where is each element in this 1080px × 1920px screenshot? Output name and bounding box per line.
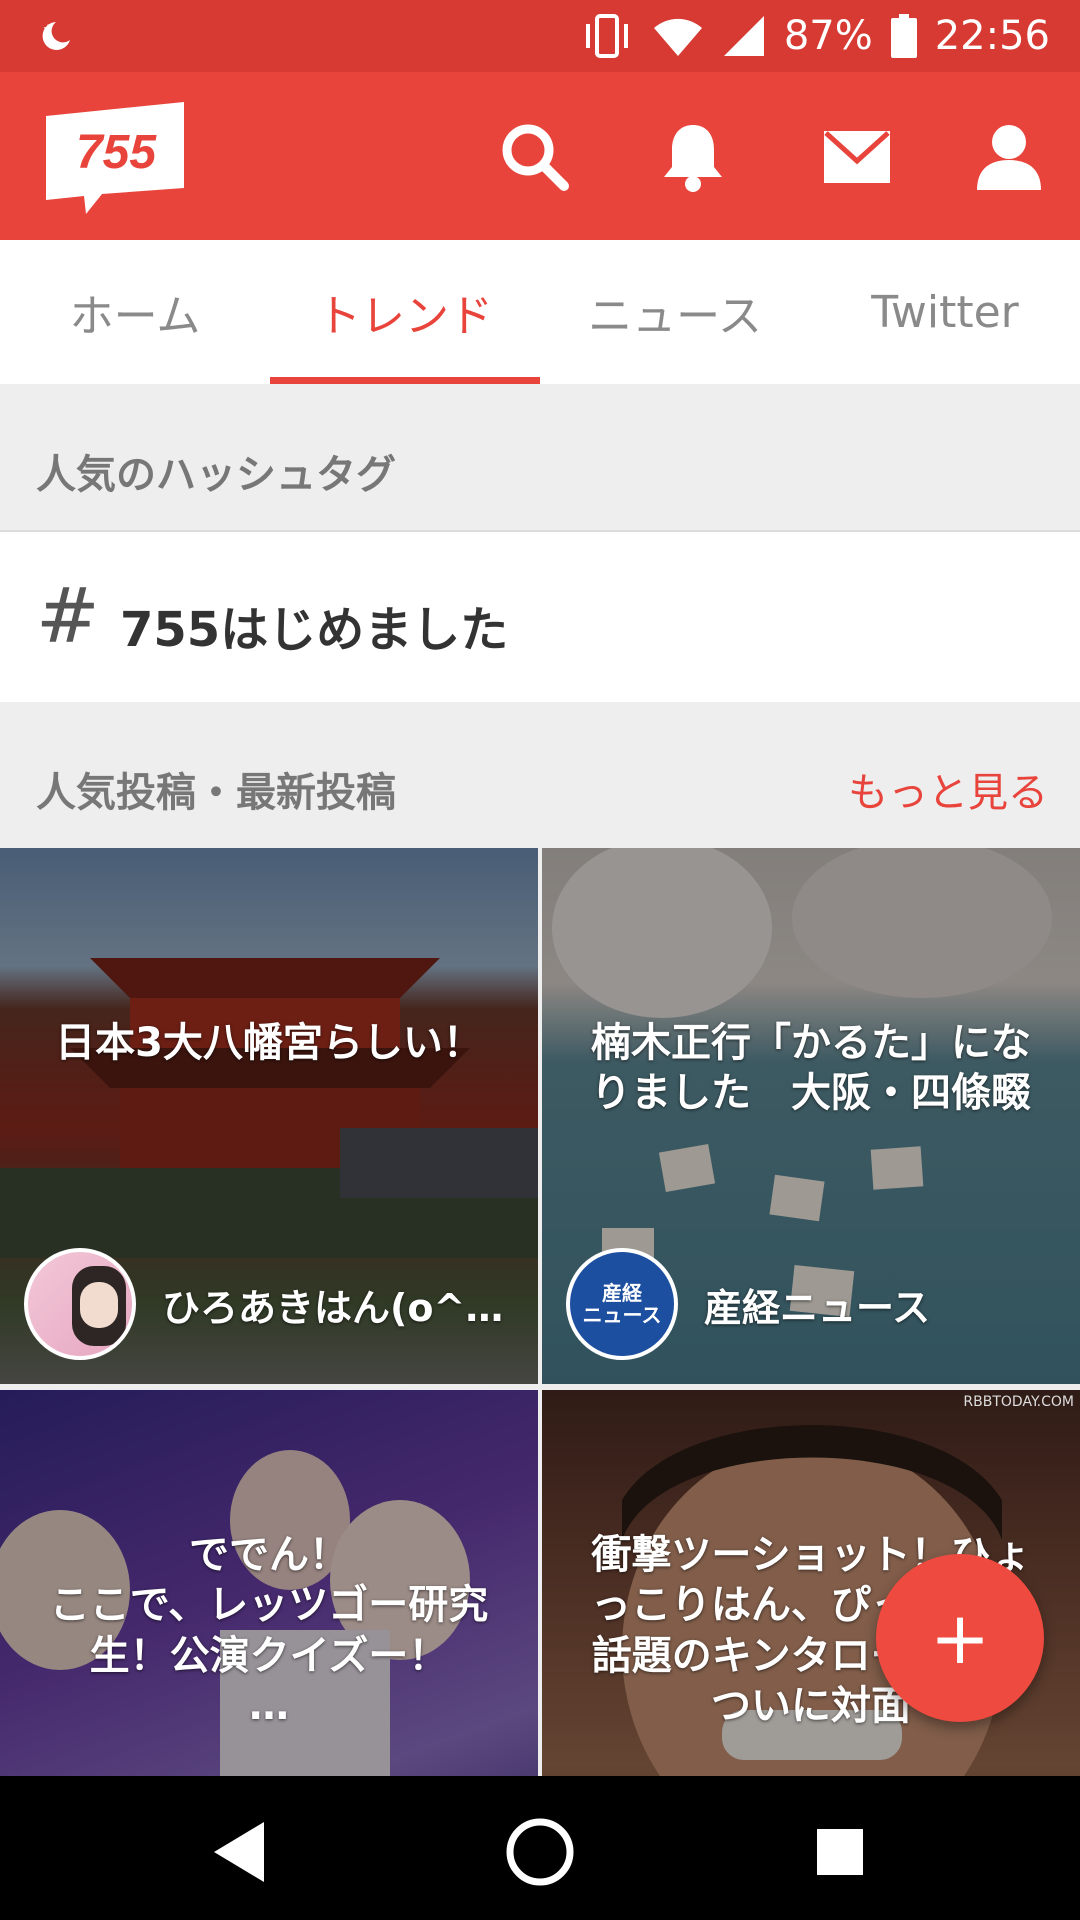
hashtag-label: 755はじめました [120, 602, 509, 658]
author-name: ひろあきはん(o^… [162, 1285, 504, 1330]
hashtag-icon: # [36, 571, 100, 660]
signal-icon [723, 16, 764, 56]
post-card[interactable]: 日本3大八幡宮らしい！ ひろあきはん(o^… [0, 848, 538, 1384]
post-card[interactable]: ででん！ ここで、レッツゴー研究生！公演クイズー！ … [0, 1390, 538, 1778]
mail-icon [824, 131, 890, 183]
home-button[interactable] [500, 1812, 580, 1892]
back-button[interactable] [200, 1812, 280, 1892]
wifi-icon [653, 18, 702, 56]
back-icon [214, 1822, 264, 1882]
app-logo[interactable]: 755 [46, 102, 186, 214]
notifications-button[interactable] [650, 114, 736, 200]
avatar: 産経 ニュース [566, 1248, 678, 1360]
user-icon [977, 125, 1041, 190]
hashtag-section-header: 人気のハッシュタグ [0, 384, 1080, 530]
logo-text: 755 [76, 126, 157, 179]
clock: 22:56 [934, 13, 1050, 59]
post-author[interactable]: 産経 ニュース 産経ニュース [566, 1248, 930, 1360]
messages-button[interactable] [814, 114, 900, 200]
tab-twitter[interactable]: Twitter [810, 240, 1080, 384]
avatar-label: 産経 ニュース [582, 1281, 662, 1327]
tab-trend[interactable]: トレンド [270, 240, 540, 384]
vibrate-icon [585, 14, 628, 58]
post-caption: 日本3大八幡宮らしい！ [55, 1020, 483, 1066]
avatar [24, 1248, 136, 1360]
new-post-button[interactable]: + [876, 1554, 1044, 1722]
image-watermark: RBBTODAY.COM [963, 1394, 1074, 1410]
tab-bar: ホーム トレンド ニュース Twitter [0, 240, 1080, 384]
posts-section-title: 人気投稿・最新投稿 [36, 770, 396, 816]
tab-home[interactable]: ホーム [0, 240, 270, 384]
recents-button[interactable] [800, 1812, 880, 1892]
profile-button[interactable] [966, 114, 1052, 200]
hashtag-item[interactable]: # 755はじめました [0, 530, 1080, 702]
search-button[interactable] [492, 114, 578, 200]
recents-icon [817, 1829, 863, 1875]
posts-section-header: 人気投稿・最新投稿 もっと見る [0, 702, 1080, 848]
see-more-link[interactable]: もっと見る [848, 760, 1048, 818]
tab-news[interactable]: ニュース [540, 240, 810, 384]
hashtag-section-title: 人気のハッシュタグ [36, 452, 396, 498]
moon-icon [42, 22, 70, 50]
bell-icon [664, 125, 722, 192]
status-bar: 87% 22:56 [0, 0, 1080, 72]
post-card[interactable]: 楠木正行「かるた」になりました 大阪・四條畷 産経 ニュース 産経ニュース [542, 848, 1080, 1384]
home-icon [506, 1818, 574, 1886]
system-nav-bar [0, 1776, 1080, 1920]
app-bar: 755 [0, 72, 1080, 240]
battery-percent: 87% [783, 13, 873, 59]
post-author[interactable]: ひろあきはん(o^… [24, 1248, 503, 1360]
search-icon [502, 124, 569, 191]
post-caption: 楠木正行「かるた」になりました 大阪・四條畷 [591, 1020, 1031, 1117]
post-caption: ででん！ ここで、レッツゴー研究生！公演クイズー！ … [49, 1532, 489, 1730]
battery-icon [890, 14, 917, 58]
author-name: 産経ニュース [704, 1285, 931, 1330]
